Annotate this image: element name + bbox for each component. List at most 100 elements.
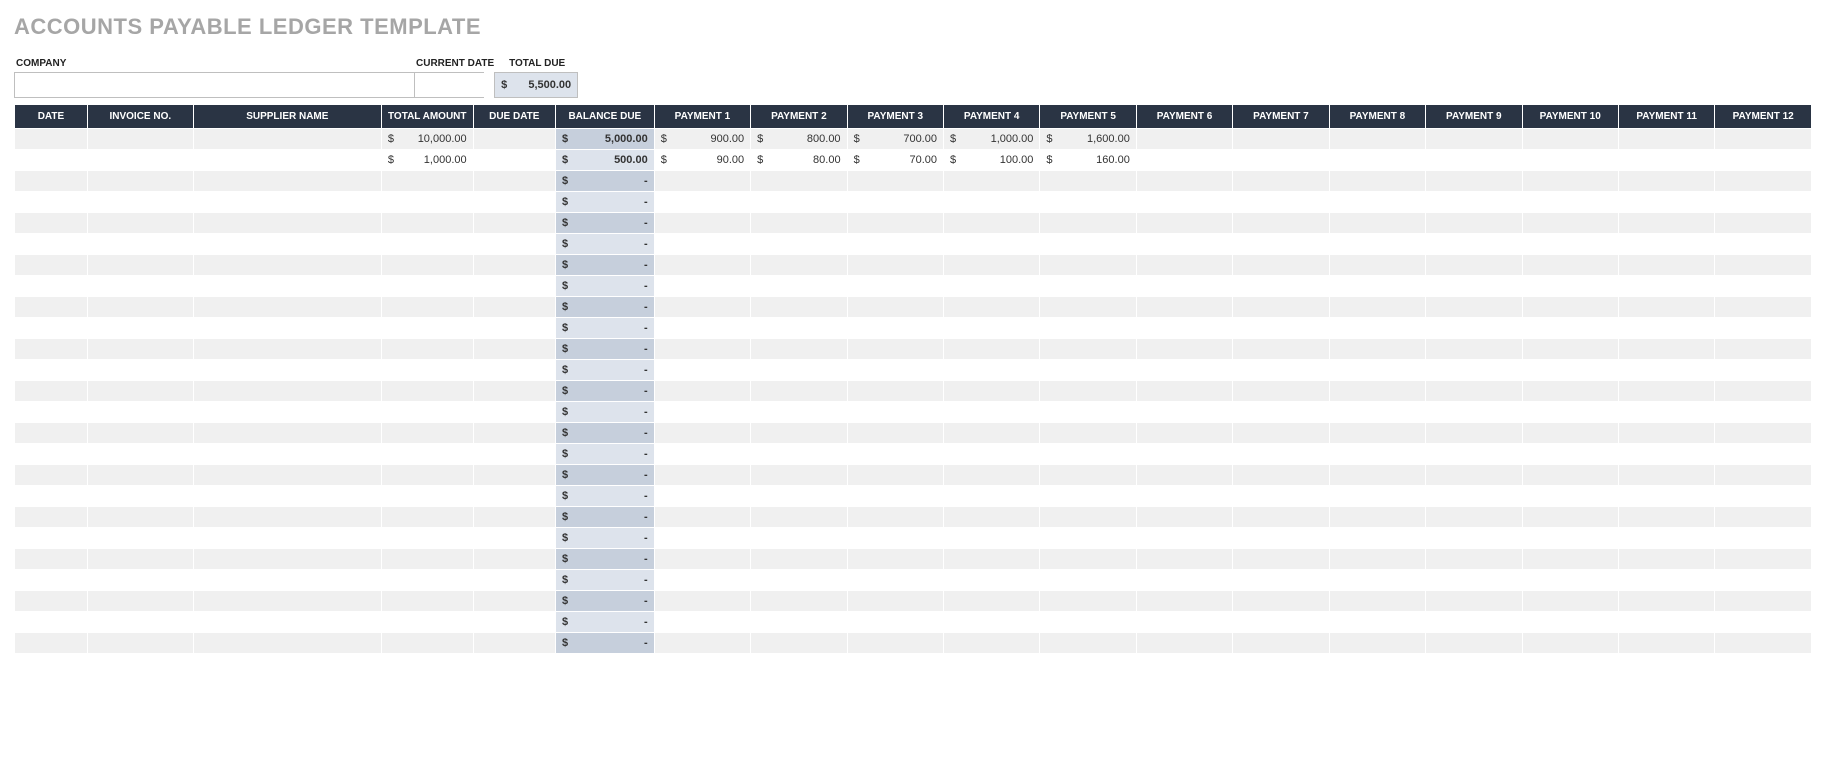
cell-supplier[interactable] bbox=[193, 129, 381, 150]
cell-payment[interactable] bbox=[1136, 570, 1232, 591]
cell-due-date[interactable] bbox=[473, 423, 555, 444]
cell-date[interactable] bbox=[15, 465, 88, 486]
cell-payment[interactable] bbox=[1426, 570, 1522, 591]
cell-payment[interactable] bbox=[943, 591, 1039, 612]
cell-payment[interactable] bbox=[1329, 276, 1425, 297]
cell-payment[interactable] bbox=[847, 633, 943, 654]
cell-supplier[interactable] bbox=[193, 570, 381, 591]
cell-payment[interactable] bbox=[1136, 381, 1232, 402]
cell-payment[interactable] bbox=[1426, 360, 1522, 381]
cell-payment[interactable] bbox=[1715, 255, 1812, 276]
cell-payment[interactable] bbox=[1233, 297, 1329, 318]
cell-payment[interactable] bbox=[1040, 528, 1136, 549]
cell-payment[interactable] bbox=[1329, 192, 1425, 213]
cell-payment[interactable] bbox=[1618, 612, 1714, 633]
cell-payment[interactable] bbox=[943, 318, 1039, 339]
cell-payment[interactable] bbox=[1522, 213, 1618, 234]
cell-date[interactable] bbox=[15, 171, 88, 192]
cell-payment[interactable] bbox=[1040, 234, 1136, 255]
cell-total-amount[interactable] bbox=[381, 276, 473, 297]
cell-payment[interactable] bbox=[943, 444, 1039, 465]
cell-date[interactable] bbox=[15, 318, 88, 339]
cell-payment[interactable] bbox=[1426, 486, 1522, 507]
cell-payment[interactable] bbox=[751, 192, 847, 213]
cell-invoice[interactable] bbox=[87, 171, 193, 192]
cell-payment[interactable] bbox=[1233, 465, 1329, 486]
cell-supplier[interactable] bbox=[193, 255, 381, 276]
cell-payment[interactable] bbox=[847, 255, 943, 276]
cell-invoice[interactable] bbox=[87, 255, 193, 276]
cell-date[interactable] bbox=[15, 381, 88, 402]
cell-payment[interactable] bbox=[1136, 255, 1232, 276]
cell-payment[interactable]: $160.00 bbox=[1040, 150, 1136, 171]
cell-payment[interactable] bbox=[1715, 591, 1812, 612]
cell-payment[interactable] bbox=[1426, 192, 1522, 213]
cell-payment[interactable] bbox=[1715, 423, 1812, 444]
cell-payment[interactable]: $70.00 bbox=[847, 150, 943, 171]
cell-date[interactable] bbox=[15, 129, 88, 150]
cell-supplier[interactable] bbox=[193, 633, 381, 654]
cell-due-date[interactable] bbox=[473, 318, 555, 339]
cell-payment[interactable] bbox=[654, 402, 750, 423]
cell-payment[interactable] bbox=[1040, 465, 1136, 486]
cell-total-amount[interactable]: $1,000.00 bbox=[381, 150, 473, 171]
cell-payment[interactable] bbox=[1136, 339, 1232, 360]
cell-payment[interactable]: $700.00 bbox=[847, 129, 943, 150]
cell-payment[interactable] bbox=[1426, 402, 1522, 423]
cell-payment[interactable] bbox=[1040, 591, 1136, 612]
cell-payment[interactable] bbox=[1618, 528, 1714, 549]
cell-total-amount[interactable] bbox=[381, 633, 473, 654]
cell-payment[interactable] bbox=[1136, 612, 1232, 633]
cell-payment[interactable] bbox=[1040, 276, 1136, 297]
cell-payment[interactable] bbox=[1329, 339, 1425, 360]
cell-date[interactable] bbox=[15, 150, 88, 171]
cell-payment[interactable] bbox=[1426, 612, 1522, 633]
cell-payment[interactable] bbox=[1426, 150, 1522, 171]
cell-payment[interactable]: $80.00 bbox=[751, 150, 847, 171]
cell-payment[interactable] bbox=[1136, 192, 1232, 213]
cell-payment[interactable] bbox=[654, 318, 750, 339]
cell-payment[interactable]: $1,600.00 bbox=[1040, 129, 1136, 150]
cell-payment[interactable] bbox=[751, 549, 847, 570]
cell-payment[interactable] bbox=[1040, 444, 1136, 465]
cell-payment[interactable] bbox=[1329, 549, 1425, 570]
cell-date[interactable] bbox=[15, 297, 88, 318]
cell-payment[interactable] bbox=[654, 444, 750, 465]
cell-payment[interactable] bbox=[1136, 213, 1232, 234]
cell-payment[interactable] bbox=[1618, 150, 1714, 171]
cell-payment[interactable] bbox=[1715, 381, 1812, 402]
cell-payment[interactable] bbox=[1040, 339, 1136, 360]
cell-payment[interactable] bbox=[1618, 570, 1714, 591]
cell-total-amount[interactable] bbox=[381, 423, 473, 444]
cell-payment[interactable] bbox=[1426, 339, 1522, 360]
cell-date[interactable] bbox=[15, 402, 88, 423]
company-input[interactable] bbox=[14, 72, 414, 98]
cell-payment[interactable] bbox=[751, 612, 847, 633]
cell-payment[interactable] bbox=[1715, 465, 1812, 486]
cell-payment[interactable] bbox=[847, 423, 943, 444]
cell-payment[interactable] bbox=[1522, 129, 1618, 150]
cell-invoice[interactable] bbox=[87, 423, 193, 444]
cell-payment[interactable] bbox=[1715, 234, 1812, 255]
cell-payment[interactable] bbox=[1522, 549, 1618, 570]
cell-payment[interactable] bbox=[943, 528, 1039, 549]
cell-payment[interactable] bbox=[1522, 507, 1618, 528]
cell-payment[interactable] bbox=[1618, 192, 1714, 213]
cell-payment[interactable] bbox=[654, 171, 750, 192]
cell-payment[interactable] bbox=[1329, 507, 1425, 528]
cell-payment[interactable] bbox=[1233, 213, 1329, 234]
cell-total-amount[interactable] bbox=[381, 444, 473, 465]
cell-due-date[interactable] bbox=[473, 444, 555, 465]
cell-due-date[interactable] bbox=[473, 192, 555, 213]
cell-payment[interactable] bbox=[1618, 213, 1714, 234]
cell-invoice[interactable] bbox=[87, 360, 193, 381]
cell-payment[interactable] bbox=[1233, 276, 1329, 297]
cell-payment[interactable] bbox=[1618, 633, 1714, 654]
cell-total-amount[interactable] bbox=[381, 339, 473, 360]
cell-total-amount[interactable] bbox=[381, 213, 473, 234]
cell-payment[interactable] bbox=[943, 276, 1039, 297]
cell-date[interactable] bbox=[15, 234, 88, 255]
cell-payment[interactable] bbox=[1040, 192, 1136, 213]
cell-payment[interactable] bbox=[751, 213, 847, 234]
cell-payment[interactable]: $100.00 bbox=[943, 150, 1039, 171]
